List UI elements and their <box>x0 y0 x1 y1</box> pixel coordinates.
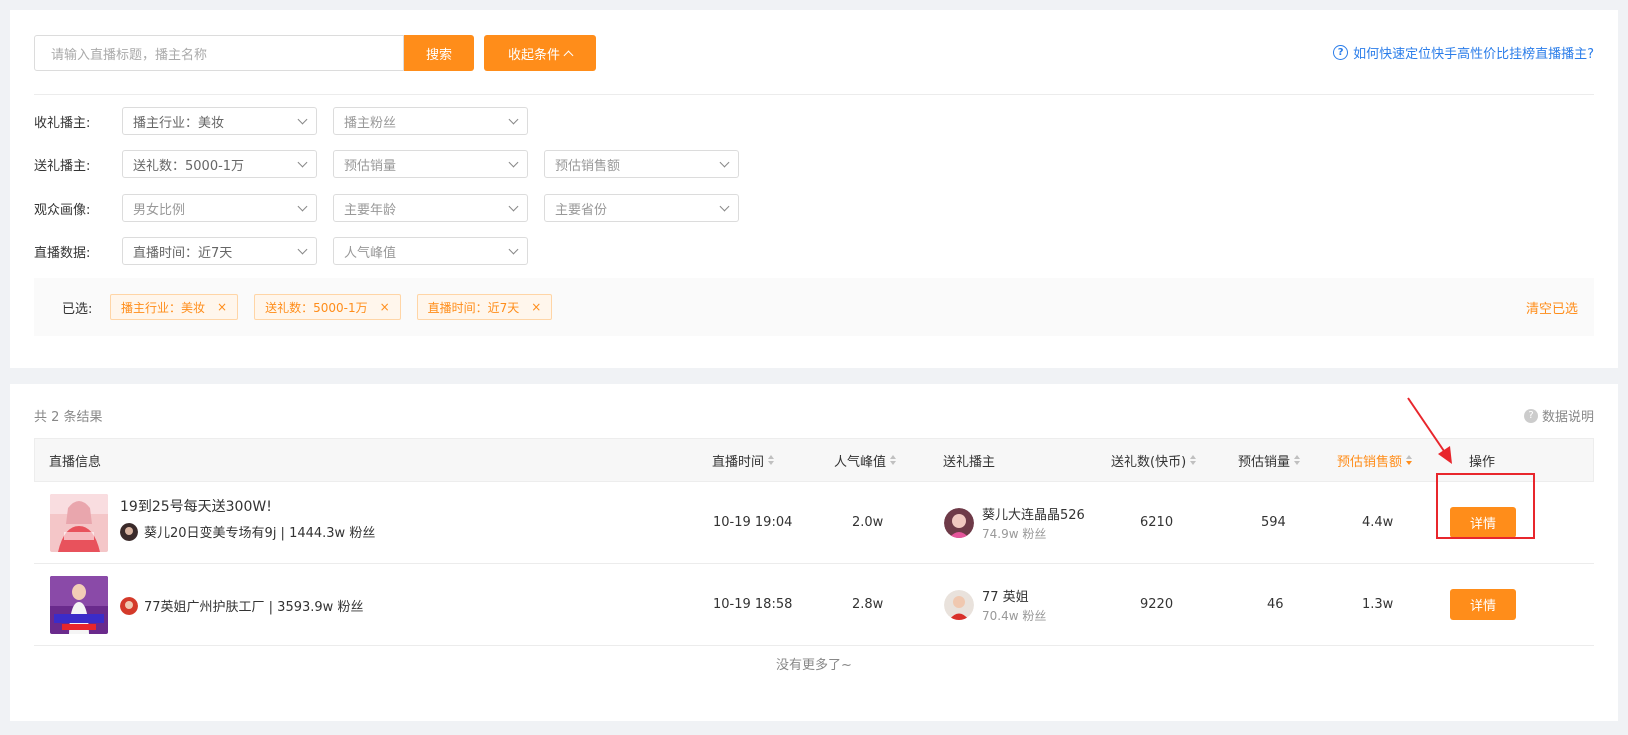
sort-icon <box>1294 455 1301 465</box>
data-note-link[interactable]: ? 数据说明 <box>1523 406 1594 425</box>
result-count: 共 2 条结果 <box>34 410 103 425</box>
table-row: 77英姐广州护肤工厂 | 3593.9w 粉丝 10-19 18:58 2.8w… <box>34 564 1594 646</box>
select-fans[interactable]: 播主粉丝 <box>333 107 528 135</box>
live-thumbnail[interactable] <box>50 576 108 634</box>
sort-icon <box>890 455 897 465</box>
anchor-info: 77英姐广州护肤工厂 | 3593.9w 粉丝 <box>120 596 363 615</box>
est-revenue: 4.4w <box>1362 515 1394 530</box>
chevron-down-icon <box>297 244 308 254</box>
avatar <box>120 522 138 541</box>
clear-selected-link[interactable]: 清空已选 <box>1526 298 1578 317</box>
chevron-down-icon <box>508 114 519 124</box>
detail-button[interactable]: 详情 <box>1450 507 1516 538</box>
table-header: 直播信息 直播时间 人气峰值 送礼播主 送礼数(快币) 预估销量 预估销售额 操… <box>34 438 1594 482</box>
selected-tag: 送礼数：5000-1万 × <box>254 294 401 320</box>
col-gifts[interactable]: 送礼数(快币) <box>1111 439 1197 481</box>
select-est-revenue[interactable]: 预估销售额 <box>544 150 739 178</box>
search-button[interactable]: 搜索 <box>404 35 474 71</box>
live-title[interactable]: 19到25号每天送300W! <box>120 496 272 516</box>
selected-label: 已选: <box>62 301 93 317</box>
filter-label: 送礼播主: <box>34 158 91 174</box>
question-icon: ? <box>1333 45 1349 60</box>
selected-filters-bar: 已选: 播主行业：美妆 × 送礼数：5000-1万 × 直播时间：近7天 × 清空已选 <box>34 278 1594 336</box>
filter-row-audience: 观众画像: 男女比例 主要年龄 主要省份 <box>34 194 755 222</box>
divider <box>34 94 1594 95</box>
selected-tag: 直播时间：近7天 × <box>416 294 553 320</box>
chevron-down-icon <box>719 201 730 211</box>
col-live-time[interactable]: 直播时间 <box>712 439 775 481</box>
filter-row-sender: 送礼播主: 送礼数：5000-1万 预估销量 预估销售额 <box>34 150 755 178</box>
gifter-name: 葵儿大连晶晶526 <box>982 508 1085 523</box>
chevron-down-icon <box>297 114 308 124</box>
collapse-filters-button[interactable]: 收起条件 <box>484 35 596 71</box>
no-more-text: 没有更多了~ <box>776 658 852 673</box>
col-sales[interactable]: 预估销量 <box>1238 439 1301 481</box>
peak-value: 2.8w <box>852 597 884 612</box>
select-live-time[interactable]: 直播时间：近7天 <box>122 237 317 265</box>
select-gift-count[interactable]: 送礼数：5000-1万 <box>122 150 317 178</box>
anchor-info: 葵儿20日变美专场有9j | 1444.3w 粉丝 <box>120 522 375 541</box>
select-gender-ratio[interactable]: 男女比例 <box>122 194 317 222</box>
results-panel: 共 2 条结果 ? 数据说明 直播信息 直播时间 人气峰值 送礼播主 送礼数(快… <box>10 384 1618 721</box>
gifter-fans: 74.9w 粉丝 <box>982 527 1047 541</box>
chevron-down-icon <box>297 157 308 167</box>
est-sales: 594 <box>1261 515 1286 530</box>
gifter-info[interactable]: 77 英姐 70.4w 粉丝 <box>944 586 1046 624</box>
gifter-name: 77 英姐 <box>982 590 1029 605</box>
sort-icon <box>1190 455 1197 465</box>
chevron-down-icon <box>508 201 519 211</box>
live-time: 10-19 18:58 <box>713 597 793 612</box>
filter-row-receiver: 收礼播主: 播主行业：美妆 播主粉丝 <box>34 107 544 135</box>
live-thumbnail[interactable] <box>50 494 108 552</box>
help-link[interactable]: ? 如何快速定位快手高性价比挂榜直播播主? <box>1333 43 1594 62</box>
chevron-down-icon <box>508 244 519 254</box>
sort-icon <box>1406 455 1413 465</box>
select-main-age[interactable]: 主要年龄 <box>333 194 528 222</box>
table-row: 19到25号每天送300W! 葵儿20日变美专场有9j | 1444.3w 粉丝… <box>34 482 1594 564</box>
est-sales: 46 <box>1267 597 1284 612</box>
col-peak[interactable]: 人气峰值 <box>834 439 897 481</box>
col-action: 操作 <box>1469 454 1496 470</box>
search-input[interactable]: 请输入直播标题，播主名称 <box>34 35 404 71</box>
col-revenue[interactable]: 预估销售额 <box>1337 439 1413 481</box>
chevron-down-icon <box>719 157 730 167</box>
avatar <box>120 596 138 615</box>
chevron-down-icon <box>297 201 308 211</box>
filter-label: 观众画像: <box>34 202 91 218</box>
close-icon[interactable]: × <box>217 300 227 314</box>
search-placeholder: 请输入直播标题，播主名称 <box>51 47 208 63</box>
peak-value: 2.0w <box>852 515 884 530</box>
close-icon[interactable]: × <box>380 300 390 314</box>
filter-row-live-data: 直播数据: 直播时间：近7天 人气峰值 <box>34 237 544 265</box>
selected-tag: 播主行业：美妆 × <box>110 294 239 320</box>
select-main-province[interactable]: 主要省份 <box>544 194 739 222</box>
filter-panel: 请输入直播标题，播主名称 搜索 收起条件 ? 如何快速定位快手高性价比挂榜直播播… <box>10 10 1618 368</box>
select-peak-popularity[interactable]: 人气峰值 <box>333 237 528 265</box>
sort-icon <box>768 455 775 465</box>
filter-label: 收礼播主: <box>34 115 91 131</box>
chevron-up-icon <box>563 50 574 60</box>
gift-count: 9220 <box>1140 597 1174 612</box>
question-icon: ? <box>1523 408 1538 423</box>
live-time: 10-19 19:04 <box>713 515 793 530</box>
col-live-info: 直播信息 <box>49 454 102 470</box>
col-gifter: 送礼播主 <box>943 454 996 470</box>
filter-label: 直播数据: <box>34 245 91 261</box>
est-revenue: 1.3w <box>1362 597 1394 612</box>
select-industry[interactable]: 播主行业：美妆 <box>122 107 317 135</box>
chevron-down-icon <box>508 157 519 167</box>
avatar <box>944 590 974 620</box>
select-est-sales[interactable]: 预估销量 <box>333 150 528 178</box>
gifter-fans: 70.4w 粉丝 <box>982 609 1047 623</box>
gift-count: 6210 <box>1140 515 1174 530</box>
detail-button[interactable]: 详情 <box>1450 589 1516 620</box>
avatar <box>944 508 974 538</box>
close-icon[interactable]: × <box>531 300 541 314</box>
gifter-info[interactable]: 葵儿大连晶晶526 74.9w 粉丝 <box>944 504 1085 542</box>
